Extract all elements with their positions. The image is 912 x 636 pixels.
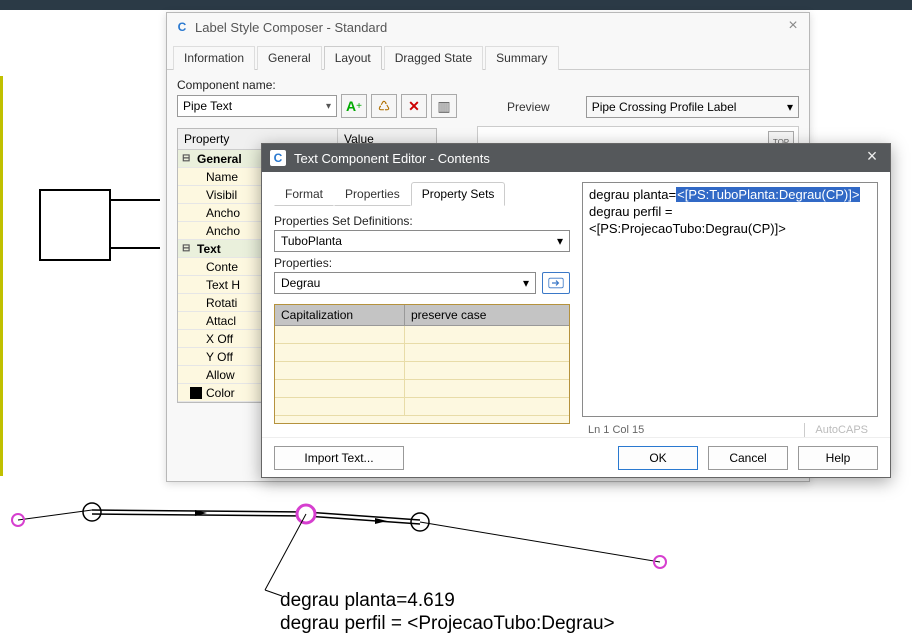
- tab-dragged-state[interactable]: Dragged State: [384, 46, 483, 70]
- definitions-label: Properties Set Definitions:: [274, 214, 570, 228]
- chevron-down-icon: ▾: [787, 100, 793, 114]
- dialog-button-row: Import Text... OK Cancel Help: [262, 437, 890, 477]
- modifiers-grid[interactable]: Capitalization preserve case: [274, 304, 570, 424]
- component-name-select[interactable]: Pipe Text ▾: [177, 95, 337, 117]
- help-button[interactable]: Help: [798, 446, 878, 470]
- insert-property-button[interactable]: [542, 272, 570, 294]
- definitions-value: TuboPlanta: [281, 234, 342, 248]
- chevron-down-icon: ▾: [557, 234, 563, 248]
- modifiers-header: Capitalization preserve case: [275, 305, 569, 326]
- close-icon[interactable]: ×: [783, 17, 803, 35]
- tab-format[interactable]: Format: [274, 182, 334, 206]
- preview-style-select[interactable]: Pipe Crossing Profile Label ▾: [586, 96, 799, 118]
- layers-button[interactable]: ▥: [431, 94, 457, 118]
- editor-line: degrau perfil = <[PS:ProjecaoTubo:Degrau…: [589, 204, 871, 238]
- autocaps-indicator: AutoCAPS: [804, 423, 878, 437]
- canvas-label: degrau planta=4.619 degrau perfil = <Pro…: [280, 590, 615, 636]
- component-name-label: Component name:: [177, 78, 457, 92]
- chevron-down-icon: ▾: [326, 101, 331, 112]
- modifier-row[interactable]: [275, 380, 569, 398]
- canvas-label-line2: degrau perfil = <ProjecaoTubo:Degrau>: [280, 613, 615, 636]
- properties-select[interactable]: Degrau ▾: [274, 272, 536, 294]
- delete-component-button[interactable]: ✕: [401, 94, 427, 118]
- col-modifier-value: preserve case: [405, 305, 569, 325]
- properties-value: Degrau: [281, 276, 320, 290]
- tab-property-sets[interactable]: Property Sets: [411, 182, 506, 206]
- app-icon: C: [270, 150, 286, 166]
- preview-style-value: Pipe Crossing Profile Label: [592, 100, 737, 114]
- reorder-component-button[interactable]: ♺: [371, 94, 397, 118]
- tab-general[interactable]: General: [257, 46, 322, 70]
- window-title: Label Style Composer - Standard: [195, 20, 387, 35]
- text-component-editor-window: C Text Component Editor - Contents × For…: [261, 143, 891, 478]
- ok-button[interactable]: OK: [618, 446, 698, 470]
- preview-label: Preview: [477, 97, 580, 117]
- modifier-row[interactable]: [275, 344, 569, 362]
- app-top-bar: [0, 0, 912, 10]
- import-text-button[interactable]: Import Text...: [274, 446, 404, 470]
- chevron-down-icon: ▾: [523, 276, 529, 290]
- tab-information[interactable]: Information: [173, 46, 255, 70]
- content-editor[interactable]: degrau planta=<[PS:TuboPlanta:Degrau(CP)…: [582, 182, 878, 417]
- editor-selection: <[PS:TuboPlanta:Degrau(CP)]>: [676, 187, 860, 202]
- add-component-button[interactable]: A+: [341, 94, 367, 118]
- canvas-edge: [0, 76, 3, 476]
- editor-line: degrau planta=<[PS:TuboPlanta:Degrau(CP)…: [589, 187, 871, 204]
- cursor-position: Ln 1 Col 15: [582, 423, 654, 437]
- composer-tabs: Information General Layout Dragged State…: [167, 45, 809, 70]
- tab-layout[interactable]: Layout: [324, 46, 382, 70]
- tab-properties[interactable]: Properties: [334, 182, 411, 206]
- tab-summary[interactable]: Summary: [485, 46, 558, 70]
- canvas-label-line1: degrau planta=4.619: [280, 590, 615, 613]
- definitions-select[interactable]: TuboPlanta ▾: [274, 230, 570, 252]
- arrow-right-icon: [548, 277, 564, 289]
- properties-label: Properties:: [274, 256, 570, 270]
- app-icon: C: [175, 20, 189, 34]
- cancel-button[interactable]: Cancel: [708, 446, 788, 470]
- dialog-title-bar[interactable]: C Text Component Editor - Contents ×: [262, 144, 890, 172]
- dialog-title: Text Component Editor - Contents: [294, 151, 490, 166]
- close-icon[interactable]: ×: [860, 146, 884, 167]
- window-title-bar[interactable]: C Label Style Composer - Standard ×: [167, 13, 809, 41]
- editor-status-bar: Ln 1 Col 15 AutoCAPS: [582, 419, 878, 437]
- modifier-row[interactable]: [275, 362, 569, 380]
- modifier-row[interactable]: [275, 398, 569, 416]
- color-swatch-icon: [190, 387, 202, 399]
- component-name-value: Pipe Text: [183, 99, 232, 113]
- col-modifier: Capitalization: [275, 305, 405, 325]
- editor-tabs: Format Properties Property Sets: [274, 182, 570, 206]
- modifier-row[interactable]: [275, 326, 569, 344]
